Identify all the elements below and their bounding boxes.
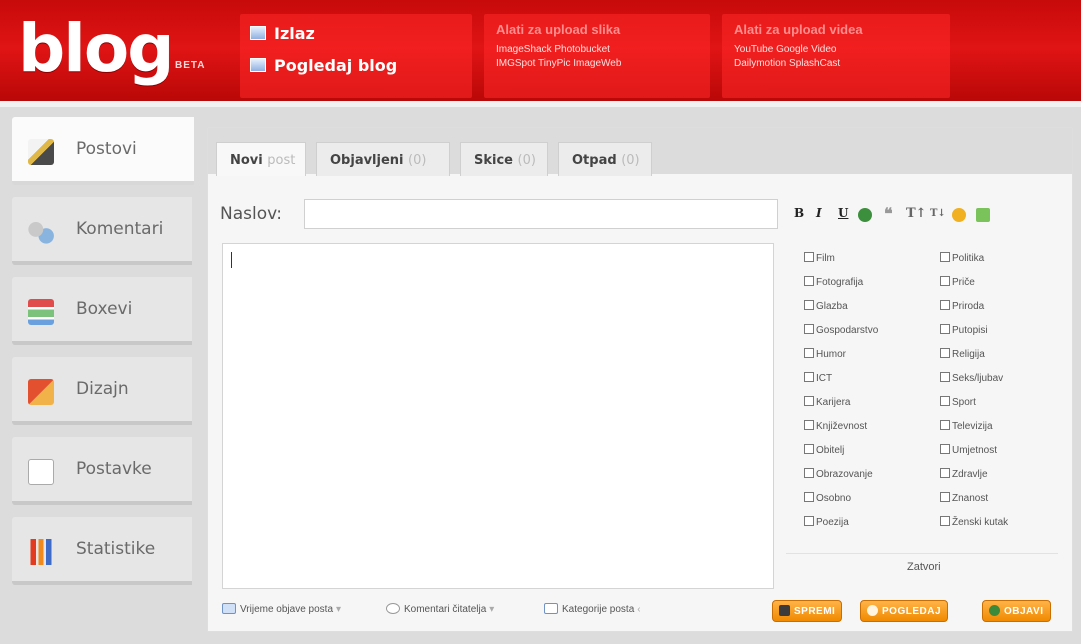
close-categories-link[interactable]: Zatvori [907, 561, 941, 573]
category-politika[interactable]: Politika [940, 252, 984, 264]
sidebar-item-postovi[interactable]: Postovi [12, 117, 194, 185]
logout-link[interactable]: Izlaz [250, 24, 315, 43]
video-tools-box: Alati za upload videa YouTube Google Vid… [722, 14, 950, 98]
globe-icon [989, 605, 1000, 616]
sidebar-item-label: Statistike [76, 539, 156, 559]
category-glazba[interactable]: Glazba [804, 300, 848, 312]
category-znanost[interactable]: Znanost [940, 492, 988, 504]
video-tools-line2[interactable]: Dailymotion SplashCast [734, 58, 840, 69]
tab-novi-post[interactable]: Novi post [216, 142, 306, 176]
category-karijera[interactable]: Karijera [804, 396, 850, 408]
sidebar-item-label: Boxevi [76, 299, 133, 319]
view-blog-link[interactable]: Pogledaj blog [250, 56, 397, 75]
italic-button[interactable]: I [816, 206, 822, 220]
font-larger-icon[interactable]: T↑ [906, 206, 927, 221]
bold-button[interactable]: B [794, 206, 804, 220]
publish-time-option[interactable]: Vrijeme objave posta ▾ [222, 603, 341, 615]
video-tools-title: Alati za upload videa [734, 22, 863, 37]
category-religija[interactable]: Religija [940, 348, 985, 360]
category-film[interactable]: Film [804, 252, 835, 264]
image-tools-title: Alati za upload slika [496, 22, 621, 37]
chevron-left-icon: ‹ [637, 604, 641, 615]
category-umjetnost[interactable]: Umjetnost [940, 444, 997, 456]
sidebar-item-komentari[interactable]: Komentari [12, 197, 192, 265]
sidebar-item-statistike[interactable]: Statistike [12, 517, 192, 585]
header-links-box: Izlaz Pogledaj blog [240, 14, 472, 98]
category-seks-ljubav[interactable]: Seks/ljubav [940, 372, 1003, 384]
image-icon[interactable] [976, 208, 990, 222]
blog-logo[interactable]: blog [18, 14, 174, 84]
comments-icon [28, 219, 54, 245]
chart-icon [28, 539, 54, 565]
save-icon [779, 605, 790, 616]
divider [786, 553, 1058, 554]
save-button[interactable]: SPREMI [772, 600, 843, 622]
category-gospodarstvo[interactable]: Gospodarstvo [804, 324, 878, 336]
category-priroda[interactable]: Priroda [940, 300, 984, 312]
category-sport[interactable]: Sport [940, 396, 976, 408]
post-categories-option[interactable]: Kategorije posta ‹ [544, 603, 641, 615]
preview-button[interactable]: POGLEDAJ [860, 600, 949, 622]
speech-bubble-icon [386, 603, 400, 614]
video-tools-line1[interactable]: YouTube Google Video [734, 44, 837, 55]
category-obrazovanje[interactable]: Obrazovanje [804, 468, 873, 480]
category-zenski-kutak[interactable]: Ženski kutak [940, 516, 1008, 528]
tab-skice[interactable]: Skice (0) [460, 142, 548, 176]
link-icon[interactable] [858, 208, 872, 222]
category-obitelj[interactable]: Obitelj [804, 444, 844, 456]
category-putopisi[interactable]: Putopisi [940, 324, 988, 336]
sidebar-item-label: Komentari [76, 219, 164, 239]
sidebar-item-label: Postovi [76, 139, 137, 159]
post-editor-panel: Novi post Objavljeni (0) Skice (0) Otpad… [207, 127, 1073, 632]
sidebar-item-postavke[interactable]: Postavke [12, 437, 192, 505]
category-televizija[interactable]: Televizija [940, 420, 993, 432]
category-fotografija[interactable]: Fotografija [804, 276, 863, 288]
underline-button[interactable]: U [838, 206, 848, 220]
sidebar-item-label: Dizajn [76, 379, 129, 399]
design-icon [28, 379, 54, 405]
category-price[interactable]: Priče [940, 276, 975, 288]
sidebar-item-label: Postavke [76, 459, 152, 479]
tab-objavljeni[interactable]: Objavljeni (0) [316, 142, 450, 176]
category-osobno[interactable]: Osobno [804, 492, 851, 504]
image-tools-line1[interactable]: ImageShack Photobucket [496, 44, 610, 55]
post-content-editor[interactable] [222, 243, 774, 589]
quote-icon[interactable]: ❝ [884, 204, 893, 223]
sidebar-item-dizajn[interactable]: Dizajn [12, 357, 192, 425]
view-icon [250, 58, 266, 72]
checklist-icon [28, 459, 54, 485]
font-smaller-icon[interactable]: T↓ [930, 208, 946, 219]
category-zdravlje[interactable]: Zdravlje [940, 468, 988, 480]
top-header: blog BETA Izlaz Pogledaj blog Alati za u… [0, 0, 1081, 107]
tab-otpad[interactable]: Otpad (0) [558, 142, 652, 176]
calendar-icon [222, 603, 236, 614]
beta-badge: BETA [175, 60, 206, 71]
image-tools-line2[interactable]: IMGSpot TinyPic ImageWeb [496, 58, 621, 69]
title-input[interactable] [304, 199, 778, 229]
category-knjizevnost[interactable]: Književnost [804, 420, 867, 432]
sidebar-item-boxevi[interactable]: Boxevi [12, 277, 192, 345]
chevron-down-icon: ▾ [336, 604, 342, 615]
image-tools-box: Alati za upload slika ImageShack Photobu… [484, 14, 710, 98]
pencil-icon [28, 139, 54, 165]
reader-comments-option[interactable]: Komentari čitatelja ▾ [386, 603, 494, 615]
search-icon[interactable] [952, 208, 966, 222]
category-humor[interactable]: Humor [804, 348, 846, 360]
preview-icon [867, 605, 878, 616]
tabs-bar: Novi post Objavljeni (0) Skice (0) Otpad… [208, 128, 1072, 176]
exit-icon [250, 26, 266, 40]
text-caret [231, 252, 232, 268]
boxes-icon [28, 299, 54, 325]
category-poezija[interactable]: Poezija [804, 516, 849, 528]
title-label: Naslov: [220, 204, 282, 224]
chevron-down-icon: ▾ [489, 604, 495, 615]
publish-button[interactable]: OBJAVI [982, 600, 1051, 622]
categories-icon [544, 603, 558, 614]
category-ict[interactable]: ICT [804, 372, 832, 384]
